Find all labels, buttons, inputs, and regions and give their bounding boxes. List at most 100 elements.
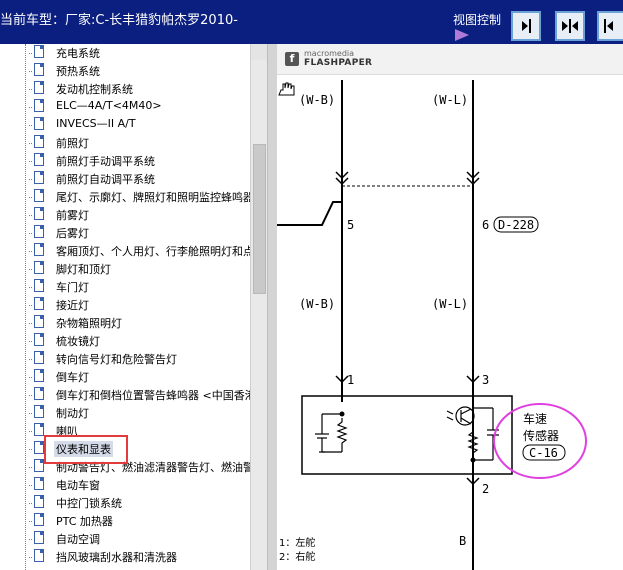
tree-item[interactable]: 杂物箱照明灯 <box>28 314 250 332</box>
tree-branch-line <box>28 539 32 540</box>
tree-branch-line <box>28 431 32 432</box>
tree-branch-line <box>28 395 32 396</box>
tree-item-label: 客厢顶灯、个人用灯、行李舱照明灯和点 <box>56 245 250 258</box>
collapse-right-button[interactable] <box>511 11 541 41</box>
wire-label-mid-left: (W-B) <box>299 297 335 311</box>
document-icon <box>34 531 44 544</box>
tree-item[interactable]: 充电系统 <box>28 44 250 62</box>
scroll-up-button[interactable] <box>251 44 268 60</box>
tree-item[interactable]: INVECS—II A/T <box>28 116 250 134</box>
pin-label-3: 3 <box>482 373 489 387</box>
tree-branch-line <box>28 485 32 486</box>
wire-label-bottom: B <box>459 534 466 548</box>
tree-branch-line <box>28 467 32 468</box>
tree-branch-line <box>28 161 32 162</box>
tree-branch-line <box>28 341 32 342</box>
sensor-name-line2: 传感器 <box>523 428 559 443</box>
tree-item[interactable]: 倒车灯 <box>28 368 250 386</box>
tree-item[interactable]: 前照灯手动调平系统 <box>28 152 250 170</box>
document-icon <box>34 117 44 130</box>
tree-item[interactable]: 自动空调 <box>28 530 250 548</box>
selection-highlight-box <box>44 435 128 464</box>
tree-branch-line <box>28 107 32 108</box>
document-icon <box>34 351 44 364</box>
wiring-diagram: (W-B) (W-L) 5 6 D-228 (W-B) (W-L) 1 3 2 … <box>277 80 587 570</box>
tree-item[interactable]: 前照灯 <box>28 134 250 152</box>
document-icon <box>34 405 44 418</box>
collapse-left-button[interactable] <box>597 11 623 41</box>
document-icon <box>34 477 44 490</box>
tree-item[interactable]: 车门灯 <box>28 278 250 296</box>
tree-item-label: 前雾灯 <box>56 209 89 222</box>
wire-label-top-right: (W-L) <box>432 93 468 107</box>
hand-cursor-icon <box>278 82 295 96</box>
view-control-label: 视图控制 <box>453 13 502 27</box>
tree-item[interactable]: 后雾灯 <box>28 224 250 242</box>
collapse-left-icon <box>604 19 613 33</box>
pin-label-5: 5 <box>347 218 354 232</box>
tree-item-label: 杂物箱照明灯 <box>56 317 122 330</box>
tree-branch-line <box>28 377 32 378</box>
tree-item-label: 后雾灯 <box>56 227 89 240</box>
tree-item[interactable]: 转向信号灯和危险警告灯 <box>28 350 250 368</box>
tree-item[interactable]: 发动机控制系统 <box>28 80 250 98</box>
tree-item-label: 预热系统 <box>56 65 100 78</box>
connector-label-c16: C-16 <box>529 446 558 460</box>
tree-branch-line <box>28 143 32 144</box>
tree-item[interactable]: 制动灯 <box>28 404 250 422</box>
tree-branch-line <box>28 287 32 288</box>
tree-item[interactable]: 脚灯和顶灯 <box>28 260 250 278</box>
tree-item-label: INVECS—II A/T <box>56 117 136 130</box>
tree-branch-line <box>28 269 32 270</box>
document-icon <box>34 495 44 508</box>
tree-branch-line <box>28 251 32 252</box>
tree-item[interactable]: 中控门锁系统 <box>28 494 250 512</box>
tree-item-label: PTC 加热器 <box>56 515 113 528</box>
tree-item[interactable]: 电动车窗 <box>28 476 250 494</box>
split-view-button[interactable] <box>555 11 585 41</box>
document-icon <box>34 297 44 310</box>
flashpaper-logo-icon: f <box>285 52 299 66</box>
document-icon <box>34 99 44 112</box>
tree-item-label: 倒车灯 <box>56 371 89 384</box>
tree-branch-line <box>28 413 32 414</box>
document-icon <box>34 459 44 472</box>
legend-line-2: 2：右舵 <box>279 550 315 563</box>
document-icon <box>34 261 44 274</box>
tree-branch-line <box>28 53 32 54</box>
tree-item-label: 转向信号灯和危险警告灯 <box>56 353 177 366</box>
tree-item[interactable]: 梳妆镜灯 <box>28 332 250 350</box>
tree-item[interactable]: 前雾灯 <box>28 206 250 224</box>
product-label: FLASHPAPER <box>304 58 373 68</box>
tree-item[interactable]: ELC—4A/T<4M40> <box>28 98 250 116</box>
scroll-thumb[interactable] <box>253 144 266 294</box>
document-icon <box>34 369 44 382</box>
tree-item-label: ELC—4A/T<4M40> <box>56 99 162 112</box>
document-icon <box>34 135 44 148</box>
tree-item[interactable]: 挡风玻璃刮水器和清洗器 <box>28 548 250 566</box>
tree-item[interactable]: PTC 加热器 <box>28 512 250 530</box>
sidebar-scrollbar[interactable] <box>250 44 268 570</box>
tree-branch-line <box>28 449 32 450</box>
tree-item[interactable]: 前照灯自动调平系统 <box>28 170 250 188</box>
tree-branch-line <box>28 323 32 324</box>
tree-connector-line <box>25 44 26 570</box>
tree-item[interactable]: 预热系统 <box>28 62 250 80</box>
document-icon <box>34 63 44 76</box>
tree-item[interactable]: 客厢顶灯、个人用灯、行李舱照明灯和点 <box>28 242 250 260</box>
document-icon <box>34 153 44 166</box>
sensor-name-line1: 车速 <box>523 411 547 426</box>
tree-branch-line <box>28 305 32 306</box>
tree-item[interactable]: 接近灯 <box>28 296 250 314</box>
document-icon <box>34 441 44 454</box>
left-sensor-circuit <box>315 413 348 453</box>
tree-branch-line <box>28 179 32 180</box>
tree-branch-line <box>28 89 32 90</box>
flashpaper-toolbar: f macromedia FLASHPAPER <box>277 44 623 75</box>
tree-item[interactable]: 尾灯、示廓灯、牌照灯和照明监控蜂鸣器 <box>28 188 250 206</box>
document-icon <box>34 387 44 400</box>
tree-branch-line <box>28 71 32 72</box>
tree-item-label: 挡风玻璃刮水器和清洗器 <box>56 551 177 564</box>
tree-item[interactable]: 倒车灯和倒档位置警告蜂鸣器 <中国香港 <box>28 386 250 404</box>
tree-item-label: 电动车窗 <box>56 479 100 492</box>
